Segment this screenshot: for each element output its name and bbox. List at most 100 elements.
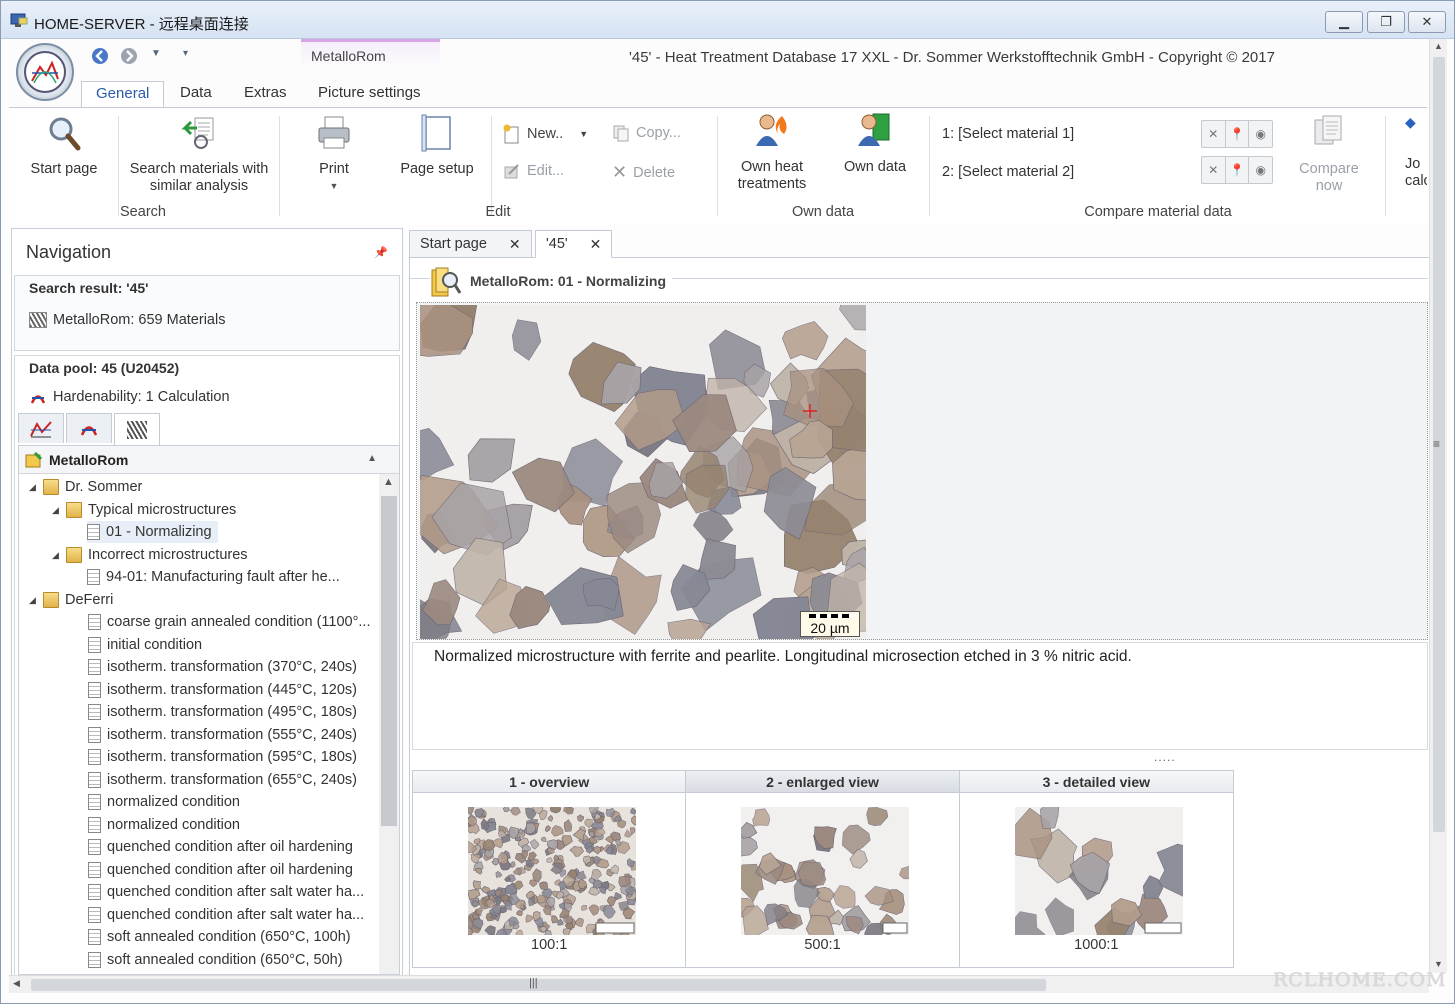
tree-folder[interactable]: Incorrect microstructures [66, 544, 254, 566]
ribbon-panel: Start page Search materials with similar… [9, 107, 1427, 225]
compare-documents-icon [1314, 115, 1342, 145]
copy-button[interactable]: Copy... [612, 124, 681, 142]
tree-item[interactable]: isotherm. transformation (495°C, 180s) [88, 701, 363, 723]
restore-button[interactable]: ❐ [1367, 11, 1405, 33]
scroll-up-icon[interactable]: ▲ [383, 476, 394, 488]
scroll-down-icon[interactable]: ▼ [1434, 959, 1443, 969]
tree-item[interactable]: initial condition [88, 634, 208, 656]
thumbnail-detailed[interactable]: 3 - detailed view 1000:1 [959, 771, 1233, 967]
micrograph-picture [420, 305, 866, 639]
thumbnail-image[interactable] [1014, 807, 1183, 935]
pin-icon[interactable]: 📍 [1226, 157, 1250, 183]
splitter-grip[interactable]: ..... [1154, 750, 1176, 764]
horizontal-scrollbar[interactable]: ◀ ||| [9, 975, 1429, 993]
tree-header[interactable]: MetalloRom ▲ [19, 446, 399, 474]
close-tab-icon[interactable]: ✕ [509, 236, 521, 253]
tree-item[interactable]: soft annealed condition (650°C, 50h) [88, 949, 349, 971]
tree-item[interactable]: isotherm. transformation (595°C, 180s) [88, 746, 363, 768]
tree-item-label: quenched condition after oil hardening [107, 839, 353, 855]
tab-data[interactable]: Data [166, 81, 226, 107]
expand-arrow-icon[interactable]: ◢ [29, 595, 36, 606]
tree-item[interactable]: isotherm. transformation (655°C, 240s) [88, 769, 363, 791]
own-data-button[interactable]: Own data [835, 112, 915, 176]
horizontal-scroll-thumb[interactable] [31, 979, 1046, 991]
tree-item[interactable]: quenched condition after salt water ha..… [88, 904, 370, 926]
tab-extras[interactable]: Extras [230, 81, 301, 107]
folder-edit-icon [25, 451, 43, 467]
tree-item[interactable]: soft annealed condition (650°C, 100h) [88, 926, 357, 948]
minimize-button[interactable]: ▁ [1325, 11, 1363, 33]
pin-icon[interactable]: 📍 [1226, 121, 1250, 147]
start-page-button[interactable]: Start page [21, 114, 107, 178]
vertical-scrollbar[interactable]: ▲ ≡ ▼ [1429, 39, 1447, 973]
expand-arrow-icon[interactable]: ◢ [52, 505, 59, 516]
thumbnail-image[interactable] [741, 807, 910, 935]
clear-icon[interactable]: ✕ [1202, 157, 1226, 183]
close-window-button[interactable]: ✕ [1408, 11, 1446, 33]
expand-arrow-icon[interactable]: ◢ [29, 482, 36, 493]
tree-folder[interactable]: Typical microstructures [66, 499, 242, 521]
clear-icon[interactable]: ✕ [1202, 121, 1226, 147]
history-dropdown-icon[interactable]: ▼ [151, 48, 161, 59]
cut-off-button[interactable]: ◆ Jo calc [1405, 114, 1427, 190]
tree-folder[interactable]: DeFerri [43, 589, 119, 611]
tab-hardenability[interactable] [66, 413, 112, 443]
back-icon[interactable] [91, 47, 109, 69]
grain-shape [605, 807, 616, 817]
material-2-selector[interactable]: 2: [Select material 2] [942, 164, 1074, 180]
eye-icon[interactable]: ◉ [1249, 121, 1272, 147]
tree-item[interactable]: 01 - Normalizing [87, 521, 218, 543]
eye-icon[interactable]: ◉ [1249, 157, 1272, 183]
tree-item[interactable]: quenched condition after oil hardening [88, 859, 359, 881]
tree-item[interactable]: coarse grain annealed condition (1100°..… [88, 611, 377, 633]
tree-scrollbar[interactable]: ▲ [379, 474, 399, 974]
customize-qat-icon[interactable]: ▾ [183, 48, 188, 59]
page-setup-button[interactable]: Page setup [394, 114, 480, 178]
application-menu-button[interactable] [16, 43, 74, 101]
sort-ascending-icon[interactable]: ▲ [367, 453, 377, 464]
tree-scroll-thumb[interactable] [381, 496, 397, 826]
tab-general-label: General [96, 85, 150, 102]
tree-item-label: isotherm. transformation (655°C, 240s) [107, 771, 357, 788]
search-result-label: MetalloRom: 659 Materials [53, 312, 226, 328]
tab-picture-settings[interactable]: Picture settings [304, 81, 435, 107]
new-button[interactable]: New.. ▼ [503, 124, 588, 144]
expand-arrow-icon[interactable]: ◢ [52, 550, 59, 561]
delete-label: Delete [633, 164, 676, 181]
tab-heat-treatment[interactable] [18, 413, 64, 443]
close-tab-icon[interactable]: ✕ [590, 236, 602, 253]
own-heat-treatments-button[interactable]: Own heat treatments [727, 112, 817, 193]
data-pool-item[interactable]: Hardenability: 1 Calculation [15, 384, 399, 410]
forward-icon[interactable] [120, 47, 138, 69]
print-button[interactable]: Print ▼ [301, 114, 367, 195]
search-result-item[interactable]: MetalloRom: 659 Materials [15, 308, 399, 332]
delete-button[interactable]: ✕ Delete [612, 162, 675, 183]
tab-start-page[interactable]: Start page ✕ [409, 230, 532, 258]
search-similar-button[interactable]: Search materials with similar analysis [125, 114, 273, 195]
tree-item[interactable]: normalized condition [88, 791, 246, 813]
tab-general[interactable]: General [81, 81, 165, 108]
tree-item[interactable]: 94-01: Manufacturing fault after he... [87, 566, 346, 588]
tab-metallorom[interactable] [114, 413, 160, 445]
tree-item[interactable]: isotherm. transformation (445°C, 120s) [88, 679, 363, 701]
tree-item[interactable]: quenched condition after oil hardening [88, 836, 359, 858]
edit-button[interactable]: Edit... [503, 162, 564, 180]
cut-off-label-1: Jo [1405, 156, 1421, 172]
tab-45[interactable]: '45' ✕ [535, 230, 613, 258]
tree-folder[interactable]: Dr. Sommer [43, 476, 148, 498]
tree-item-label: isotherm. transformation (595°C, 180s) [107, 749, 357, 765]
scroll-left-icon[interactable]: ◀ [13, 978, 20, 989]
scroll-up-icon[interactable]: ▲ [1434, 41, 1443, 51]
compare-now-button[interactable]: Compare now [1291, 114, 1367, 195]
material-1-selector[interactable]: 1: [Select material 1] [942, 126, 1074, 142]
thumbnail-overview[interactable]: 1 - overview 100:1 [413, 771, 687, 967]
thumbnail-image[interactable] [468, 807, 636, 935]
micrograph-image[interactable]: 20 µm [420, 305, 866, 639]
thumbnail-enlarged[interactable]: 2 - enlarged view 500:1 [686, 771, 960, 967]
microstructure-tab-icon [127, 420, 147, 439]
pin-pane-icon[interactable]: 📌 [374, 246, 388, 259]
tree-item[interactable]: normalized condition [88, 814, 246, 836]
tree-item[interactable]: isotherm. transformation (555°C, 240s) [88, 724, 363, 746]
tree-item[interactable]: quenched condition after salt water ha..… [88, 881, 370, 903]
tree-item[interactable]: isotherm. transformation (370°C, 240s) [88, 656, 363, 678]
